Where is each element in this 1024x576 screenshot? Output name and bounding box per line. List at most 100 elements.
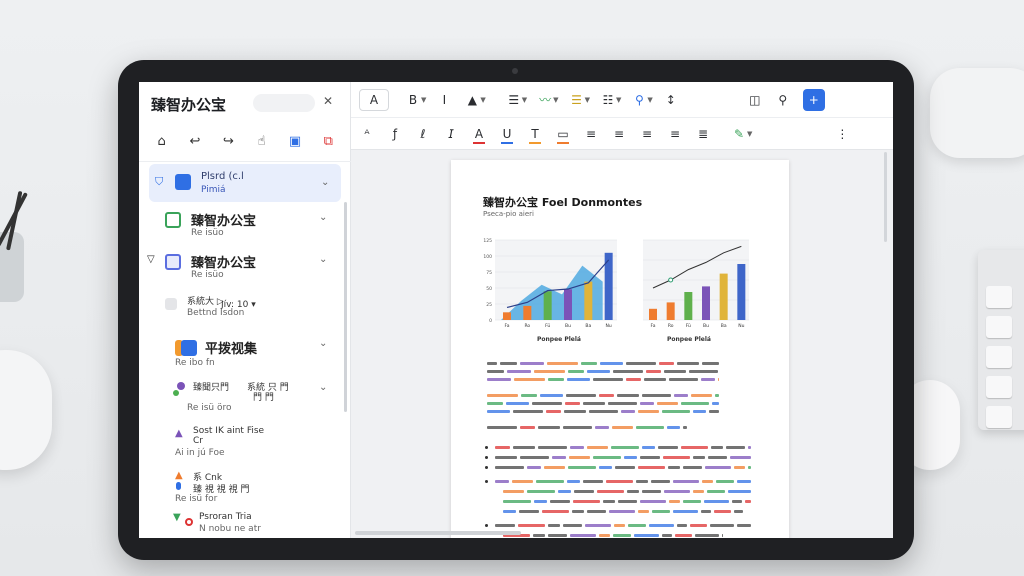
text-run <box>564 410 586 413</box>
indent-icon[interactable]: ≣ <box>689 127 717 141</box>
sidebar-item[interactable]: ▲ Sost IK aint Fise Cr Ai in jú Foe <box>149 424 341 464</box>
chevron-down-icon[interactable]: ⌄ <box>319 212 327 223</box>
text-run <box>512 480 533 483</box>
text-run <box>503 490 524 493</box>
editor-scrollbar[interactable] <box>884 152 887 242</box>
chevron-down-icon[interactable]: ⌄ <box>321 177 329 188</box>
bar <box>564 289 572 320</box>
text-run <box>527 466 541 469</box>
bar <box>543 291 552 320</box>
share-icon[interactable]: ⧉ <box>318 134 338 149</box>
text-run <box>640 500 666 503</box>
text-run <box>500 362 517 365</box>
italic-button[interactable]: I <box>430 93 458 107</box>
speaker <box>930 68 1024 158</box>
align-right-icon[interactable]: ≡ <box>633 127 661 141</box>
font-button[interactable]: A <box>359 88 389 111</box>
text-run <box>695 534 719 537</box>
text-run <box>606 480 633 483</box>
x-tick-label: Bu <box>703 323 709 329</box>
text-run <box>609 510 635 513</box>
align-center-icon[interactable]: ≡ <box>605 127 633 141</box>
text-run <box>487 362 497 365</box>
sidebar-item[interactable]: 平拨视集 Re ibo fn ⌄ <box>149 334 341 374</box>
text-run <box>638 466 665 469</box>
pen-icon[interactable]: ✎ <box>725 127 753 141</box>
highlight-icon[interactable]: ☰ <box>563 93 591 107</box>
bar <box>649 308 657 320</box>
text-run <box>677 362 699 365</box>
search-icon[interactable]: ⚲ <box>625 93 653 107</box>
chart-line-icon[interactable]: 〰 <box>531 91 559 108</box>
layout-icon[interactable]: ◫ <box>741 93 769 107</box>
text-run <box>552 456 566 459</box>
text-run <box>728 490 751 493</box>
sidebar-item[interactable]: ▼ Psroran Tria N nobu ne atr <box>149 512 341 538</box>
text-box-icon[interactable]: ▭ <box>549 127 577 144</box>
bold-button[interactable]: B <box>399 93 427 107</box>
chevron-down-icon[interactable]: ⌄ <box>319 338 327 349</box>
image-icon[interactable]: ▣ <box>285 134 305 149</box>
tick-label: 100 <box>483 254 492 260</box>
text-run <box>495 480 509 483</box>
text-color-icon[interactable]: A <box>465 127 493 144</box>
sidebar-search-input[interactable] <box>253 94 315 112</box>
bullet-icon <box>485 466 488 469</box>
cursor-icon[interactable]: ☝ <box>252 134 272 149</box>
sidebar-item[interactable]: 系統大 ▷ Jív: 10 ▾ Bettnd Isdon <box>149 292 341 332</box>
text-run <box>570 446 584 449</box>
sidebar-toolbar: ⌂ ↩ ↪ ☝ ▣ ⧉ <box>139 122 351 162</box>
text-run <box>587 510 606 513</box>
sidebar-scrollbar[interactable] <box>344 202 347 412</box>
text-run <box>683 466 702 469</box>
text-run <box>693 456 705 459</box>
add-icon[interactable]: + <box>802 88 825 111</box>
sidebar-item[interactable]: 臻聞只門 系統 只 門 Re isü öro 門 門 ⌄ <box>149 378 341 418</box>
bullet-icon <box>485 524 488 527</box>
more-icon[interactable]: ⋮ <box>828 127 856 141</box>
sort-icon[interactable]: ↕ <box>657 93 685 107</box>
highlight-text-icon[interactable]: T <box>521 127 549 144</box>
format-icon[interactable]: ℓ <box>409 127 437 141</box>
forward-icon[interactable]: ↪ <box>218 134 238 149</box>
text-run <box>550 500 570 503</box>
text-run <box>689 370 718 373</box>
text-run <box>651 480 670 483</box>
sidebar-item[interactable]: ▲ 系 Cnk 臻 視 視 視 門 Re isü for <box>149 468 341 508</box>
back-icon[interactable]: ↩ <box>185 134 205 149</box>
sidebar-item[interactable]: 臻智办公宝 Re isüo ⌄ <box>149 206 341 246</box>
function-icon[interactable]: ƒ <box>381 127 409 141</box>
bar <box>666 302 675 320</box>
close-icon[interactable]: ✕ <box>323 94 333 108</box>
keyboard-key <box>986 406 1012 428</box>
text-run <box>611 446 639 449</box>
text-style-icon[interactable]: ᴬ <box>353 127 381 141</box>
text-run <box>507 370 531 373</box>
tick-label: 0 <box>489 318 492 324</box>
text-run <box>704 500 729 503</box>
text-run <box>519 510 539 513</box>
keyboard-key <box>986 376 1012 398</box>
align-icon[interactable]: ☰ <box>500 93 528 107</box>
home-icon[interactable]: ⌂ <box>152 134 172 149</box>
justify-icon[interactable]: ≡ <box>661 127 689 141</box>
bullet-icon <box>485 446 488 449</box>
text-run <box>681 402 709 405</box>
italic-icon[interactable]: 𝘐 <box>437 127 465 141</box>
text-run <box>487 402 503 405</box>
text-run <box>599 534 610 537</box>
list-icon[interactable]: ☷ <box>594 93 622 107</box>
text-run <box>536 480 564 483</box>
horizontal-scrollbar[interactable] <box>355 531 521 535</box>
sidebar-item[interactable]: ▽ 臻智办公宝 Re isüo ⌄ <box>147 248 341 288</box>
chevron-down-icon[interactable]: ⌄ <box>319 254 327 265</box>
sidebar-item-text: Psroran Tria <box>199 512 252 522</box>
text-run <box>589 410 618 413</box>
text-run <box>487 370 504 373</box>
align-left-icon[interactable]: ≡ <box>577 127 605 141</box>
font-color-icon[interactable]: ▲ <box>458 93 486 107</box>
chevron-down-icon[interactable]: ⌄ <box>319 382 327 393</box>
zoom-icon[interactable]: ⚲ <box>769 93 797 107</box>
sidebar-item-active[interactable]: ⛉ Plsrd (c.l Pimiá ⌄ <box>149 164 341 202</box>
underline-icon[interactable]: U <box>493 127 521 144</box>
